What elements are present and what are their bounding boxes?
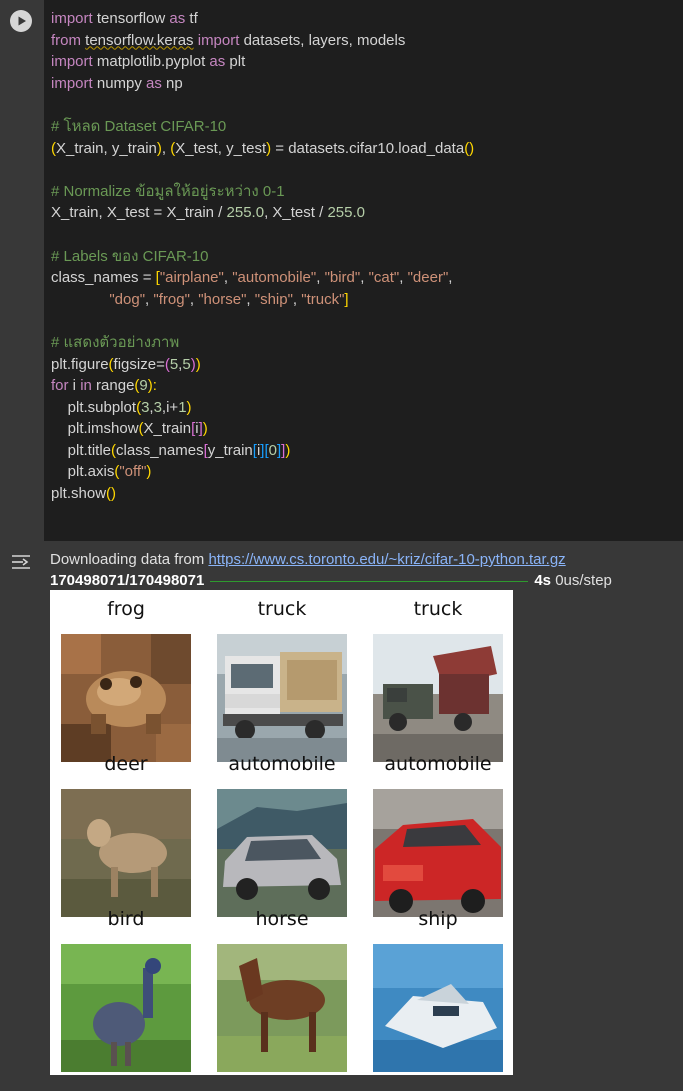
progress-rate: 0us/step [551, 571, 612, 589]
code-line: for i in range(9): [51, 377, 157, 395]
subplot-title: ship [418, 908, 458, 930]
code-line: plt.subplot(3,3,i+1) [51, 398, 192, 416]
code-line: X_train, X_test = X_train / 255.0, X_tes… [51, 204, 365, 222]
bird-image [61, 944, 191, 1072]
truck-image [373, 634, 503, 762]
code-line: plt.figure(figsize=(5,5)) [51, 355, 201, 373]
code-comment: # Normalize ข้อมูลให้อยู่ระหว่าง 0-1 [51, 182, 285, 200]
code-line: import tensorflow as tf [51, 10, 198, 27]
frog-image [61, 634, 191, 762]
progress-row: 170498071/170498071 4s 0us/step [50, 570, 683, 590]
subplot-title: automobile [384, 753, 492, 775]
code-line: (X_train, y_train), (X_test, y_test) = d… [51, 139, 475, 157]
deer-image [61, 789, 191, 917]
code-comment: # Labels ของ CIFAR-10 [51, 247, 209, 265]
download-message: Downloading data from https://www.cs.tor… [50, 551, 566, 568]
progress-time: 4s [534, 571, 552, 589]
download-link[interactable]: https://www.cs.toronto.edu/~kriz/cifar-1… [208, 551, 565, 568]
progress-count: 170498071/170498071 [50, 571, 205, 589]
code-line: plt.axis("off") [51, 463, 152, 481]
matplotlib-figure: frog truck truck deer automobile automob… [50, 590, 513, 1075]
automobile-image [217, 789, 347, 917]
subplot-4: deer [61, 753, 191, 921]
ship-image [373, 944, 503, 1072]
subplot-9: ship [373, 908, 503, 1076]
subplot-2: truck [217, 598, 347, 766]
subplot-8: horse [217, 908, 347, 1076]
subplot-6: automobile [373, 753, 503, 921]
code-comment: # แสดงตัวอย่างภาพ [51, 333, 180, 351]
code-comment: # โหลด Dataset CIFAR-10 [51, 117, 227, 135]
notebook-cell: import tensorflow as tf from tensorflow.… [0, 0, 683, 1091]
output-collapse-icon[interactable] [10, 553, 34, 571]
play-icon [18, 16, 26, 26]
code-line: class_names = ["airplane", "automobile",… [51, 269, 453, 287]
code-line: import matplotlib.pyplot as plt [51, 53, 246, 71]
code-line: "dog", "frog", "horse", "ship", "truck"] [109, 290, 349, 308]
output-gutter [0, 541, 44, 1091]
code-editor[interactable]: import tensorflow as tf from tensorflow.… [44, 0, 683, 541]
truck-image [217, 634, 347, 762]
code-line: import numpy as np [51, 74, 183, 92]
subplot-title: truck [413, 598, 463, 620]
code-line: plt.imshow(X_train[i]) [51, 420, 208, 438]
subplot-7: bird [61, 908, 191, 1076]
subplot-5: automobile [217, 753, 347, 921]
code-line: plt.title(class_names[y_train[i][0]]) [51, 441, 291, 459]
subplot-1: frog [61, 598, 191, 766]
progress-bar [210, 580, 529, 582]
automobile-image [373, 789, 503, 917]
horse-image [217, 944, 347, 1072]
run-cell-button[interactable] [10, 10, 32, 32]
code-line: from tensorflow.keras import datasets, l… [51, 31, 406, 49]
cell-gutter [0, 0, 44, 541]
subplot-3: truck [373, 598, 503, 766]
code-line: plt.show() [51, 485, 117, 503]
